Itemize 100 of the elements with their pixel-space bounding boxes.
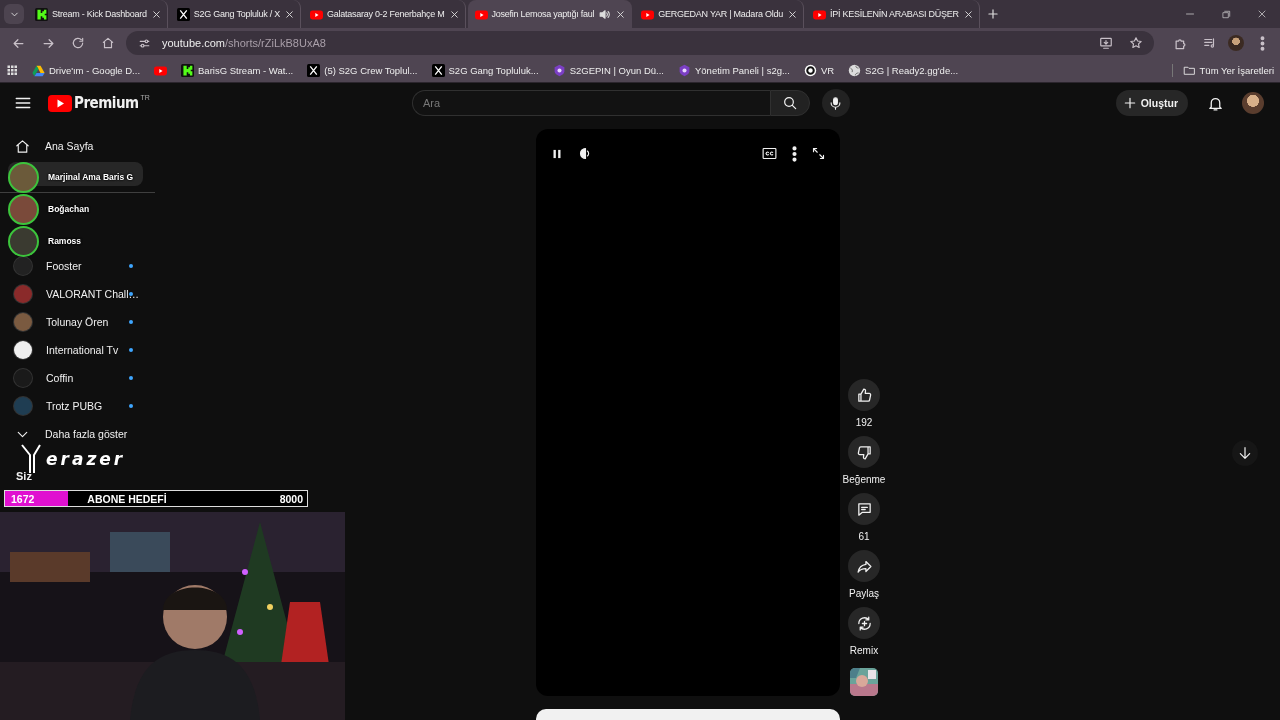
action-label: 61	[858, 531, 870, 542]
channel-name: Tolunay Ören	[46, 316, 109, 328]
search-button[interactable]	[769, 90, 810, 116]
tab-title: Stream - Kick Dashboard	[52, 9, 147, 19]
menu-dots-icon	[1259, 35, 1265, 51]
goal-target: 8000	[279, 492, 303, 505]
drive-logo-icon	[32, 63, 45, 77]
youtube-premium-logo[interactable]: Premium$^{TR}$	[48, 94, 150, 112]
bookmark-label: S2GEPIN | Oyun Dü...	[569, 64, 664, 76]
channel-name: Coffin	[46, 372, 74, 384]
subscription-item[interactable]: Trotz PUBG	[0, 392, 155, 420]
home-icon	[101, 36, 115, 50]
fullscreen-button[interactable]	[811, 146, 826, 161]
tab-close-button[interactable]	[448, 8, 460, 20]
play-logo-icon	[48, 94, 72, 112]
close-icon	[283, 8, 295, 20]
bookmark-item[interactable]: BarisG Stream - Wat...	[181, 63, 294, 77]
like-button[interactable]	[848, 379, 880, 411]
monitor-icon	[1099, 36, 1113, 50]
show-more-button[interactable]: Daha fazla göster	[0, 420, 155, 448]
sliders-icon	[137, 36, 151, 50]
channel-name: Trotz PUBG	[46, 400, 103, 412]
new-tab-button[interactable]	[985, 7, 1000, 21]
next-video-button[interactable]	[1232, 440, 1258, 466]
kick-logo-icon	[35, 7, 48, 21]
subscription-item[interactable]: Tolunay Ören	[0, 308, 155, 336]
tab-title: Josefin Lemosa yaptığı faul	[491, 9, 595, 19]
dislike-icon	[855, 443, 873, 461]
create-button[interactable]: Oluştur	[1115, 90, 1188, 116]
channel-name: Fooster	[46, 260, 82, 272]
more-options-button[interactable]	[792, 145, 797, 162]
close-icon	[962, 8, 974, 20]
comment-icon	[855, 500, 873, 518]
speaker-icon	[598, 7, 612, 21]
channel-avatar	[14, 341, 32, 359]
bookmark-item[interactable]: Yönetim Paneli | s2g...	[678, 63, 790, 77]
channel-avatar	[14, 257, 32, 275]
tab-title: GERGEDAN YAR | Madara Oldu	[658, 9, 783, 19]
playlist-icon	[1203, 36, 1217, 50]
globe-icon	[848, 63, 862, 77]
bookmark-label: S2G | Ready2.gg'de...	[865, 64, 959, 76]
site-badge-icon	[552, 63, 566, 77]
tab-close-button[interactable]	[962, 8, 974, 20]
sidebar-item[interactable]: Ana Sayfa	[0, 132, 155, 160]
tab-close-button[interactable]	[786, 8, 798, 20]
channel-name: VALORANT Chall…	[46, 288, 139, 300]
site-badge-icon	[678, 63, 691, 77]
subscription-item[interactable]: Fooster	[0, 252, 155, 280]
fullscreen-icon	[811, 146, 826, 161]
youtube-logo-icon	[641, 7, 655, 21]
subscription-item[interactable]: Coffin	[0, 364, 155, 392]
bookmark-item[interactable]: (5) S2G Crew Toplul...	[307, 63, 418, 77]
bookmark-label: VR	[820, 64, 835, 76]
bookmark-item[interactable]: S2GEPIN | Oyun Dü...	[552, 63, 664, 77]
bookmark-item[interactable]: S2G Gang Topluluk...	[431, 63, 539, 77]
reload-icon	[71, 36, 85, 50]
address-bar[interactable]: youtube.com/shorts/rZiLkB8UxA8	[126, 31, 1154, 55]
bookmark-item[interactable]: VR	[803, 63, 835, 77]
account-avatar[interactable]	[1242, 92, 1264, 114]
channel-name: International Tv	[46, 344, 119, 356]
bookmark-label: BarisG Stream - Wat...	[198, 64, 294, 76]
search-icon	[781, 95, 798, 111]
share-button[interactable]	[848, 550, 880, 582]
remix-button[interactable]	[848, 607, 880, 639]
goal-current: 1672	[11, 492, 35, 505]
browser-tab[interactable]: Josefin Lemosa yaptığı faul	[467, 0, 633, 28]
kick-logo-icon	[181, 63, 195, 77]
viewer-name: Ramoss	[48, 236, 82, 246]
youtube-logo-icon	[812, 7, 826, 21]
subscription-item[interactable]: VALORANT Chall…	[0, 280, 155, 308]
viewer-name: Marjinal Ama Baris G	[48, 172, 134, 182]
close-icon	[615, 8, 627, 20]
remix-icon	[855, 614, 873, 632]
youtube-logo-icon	[474, 7, 488, 21]
tab-close-button[interactable]	[283, 8, 295, 20]
channel-avatar	[14, 369, 32, 387]
subscription-item[interactable]: International Tv	[0, 336, 155, 364]
tab-title: Galatasaray 0-2 Fenerbahçe M	[326, 9, 445, 19]
youtube-logo-icon	[309, 7, 323, 21]
tab-close-button[interactable]	[150, 8, 162, 20]
channel-avatar	[14, 313, 32, 331]
close-icon	[448, 8, 460, 20]
star-icon	[1129, 36, 1143, 50]
bookmark-item[interactable]: Drive'ım - Google D...	[32, 63, 141, 77]
bookmark-label: Drive'ım - Google D...	[49, 64, 141, 76]
close-icon	[1256, 8, 1268, 20]
bookmark-item[interactable]	[154, 63, 168, 77]
x-logo-icon	[431, 63, 445, 77]
tab-close-button[interactable]	[615, 8, 627, 20]
comment-button[interactable]	[848, 493, 880, 525]
action-label: Beğenme	[842, 474, 886, 485]
captions-button[interactable]	[761, 145, 778, 162]
voice-search-button[interactable]	[821, 89, 850, 117]
profile-avatar[interactable]	[1228, 35, 1244, 51]
bookmark-item[interactable]: S2G | Ready2.gg'de...	[848, 63, 959, 77]
tab-search-button[interactable]	[4, 4, 24, 24]
search-field[interactable]: Ara	[411, 90, 770, 116]
action-label: Paylaş	[849, 588, 879, 599]
dislike-button[interactable]	[848, 436, 880, 468]
all-bookmarks-button[interactable]: Tüm Yer İşaretleri	[1171, 63, 1274, 77]
